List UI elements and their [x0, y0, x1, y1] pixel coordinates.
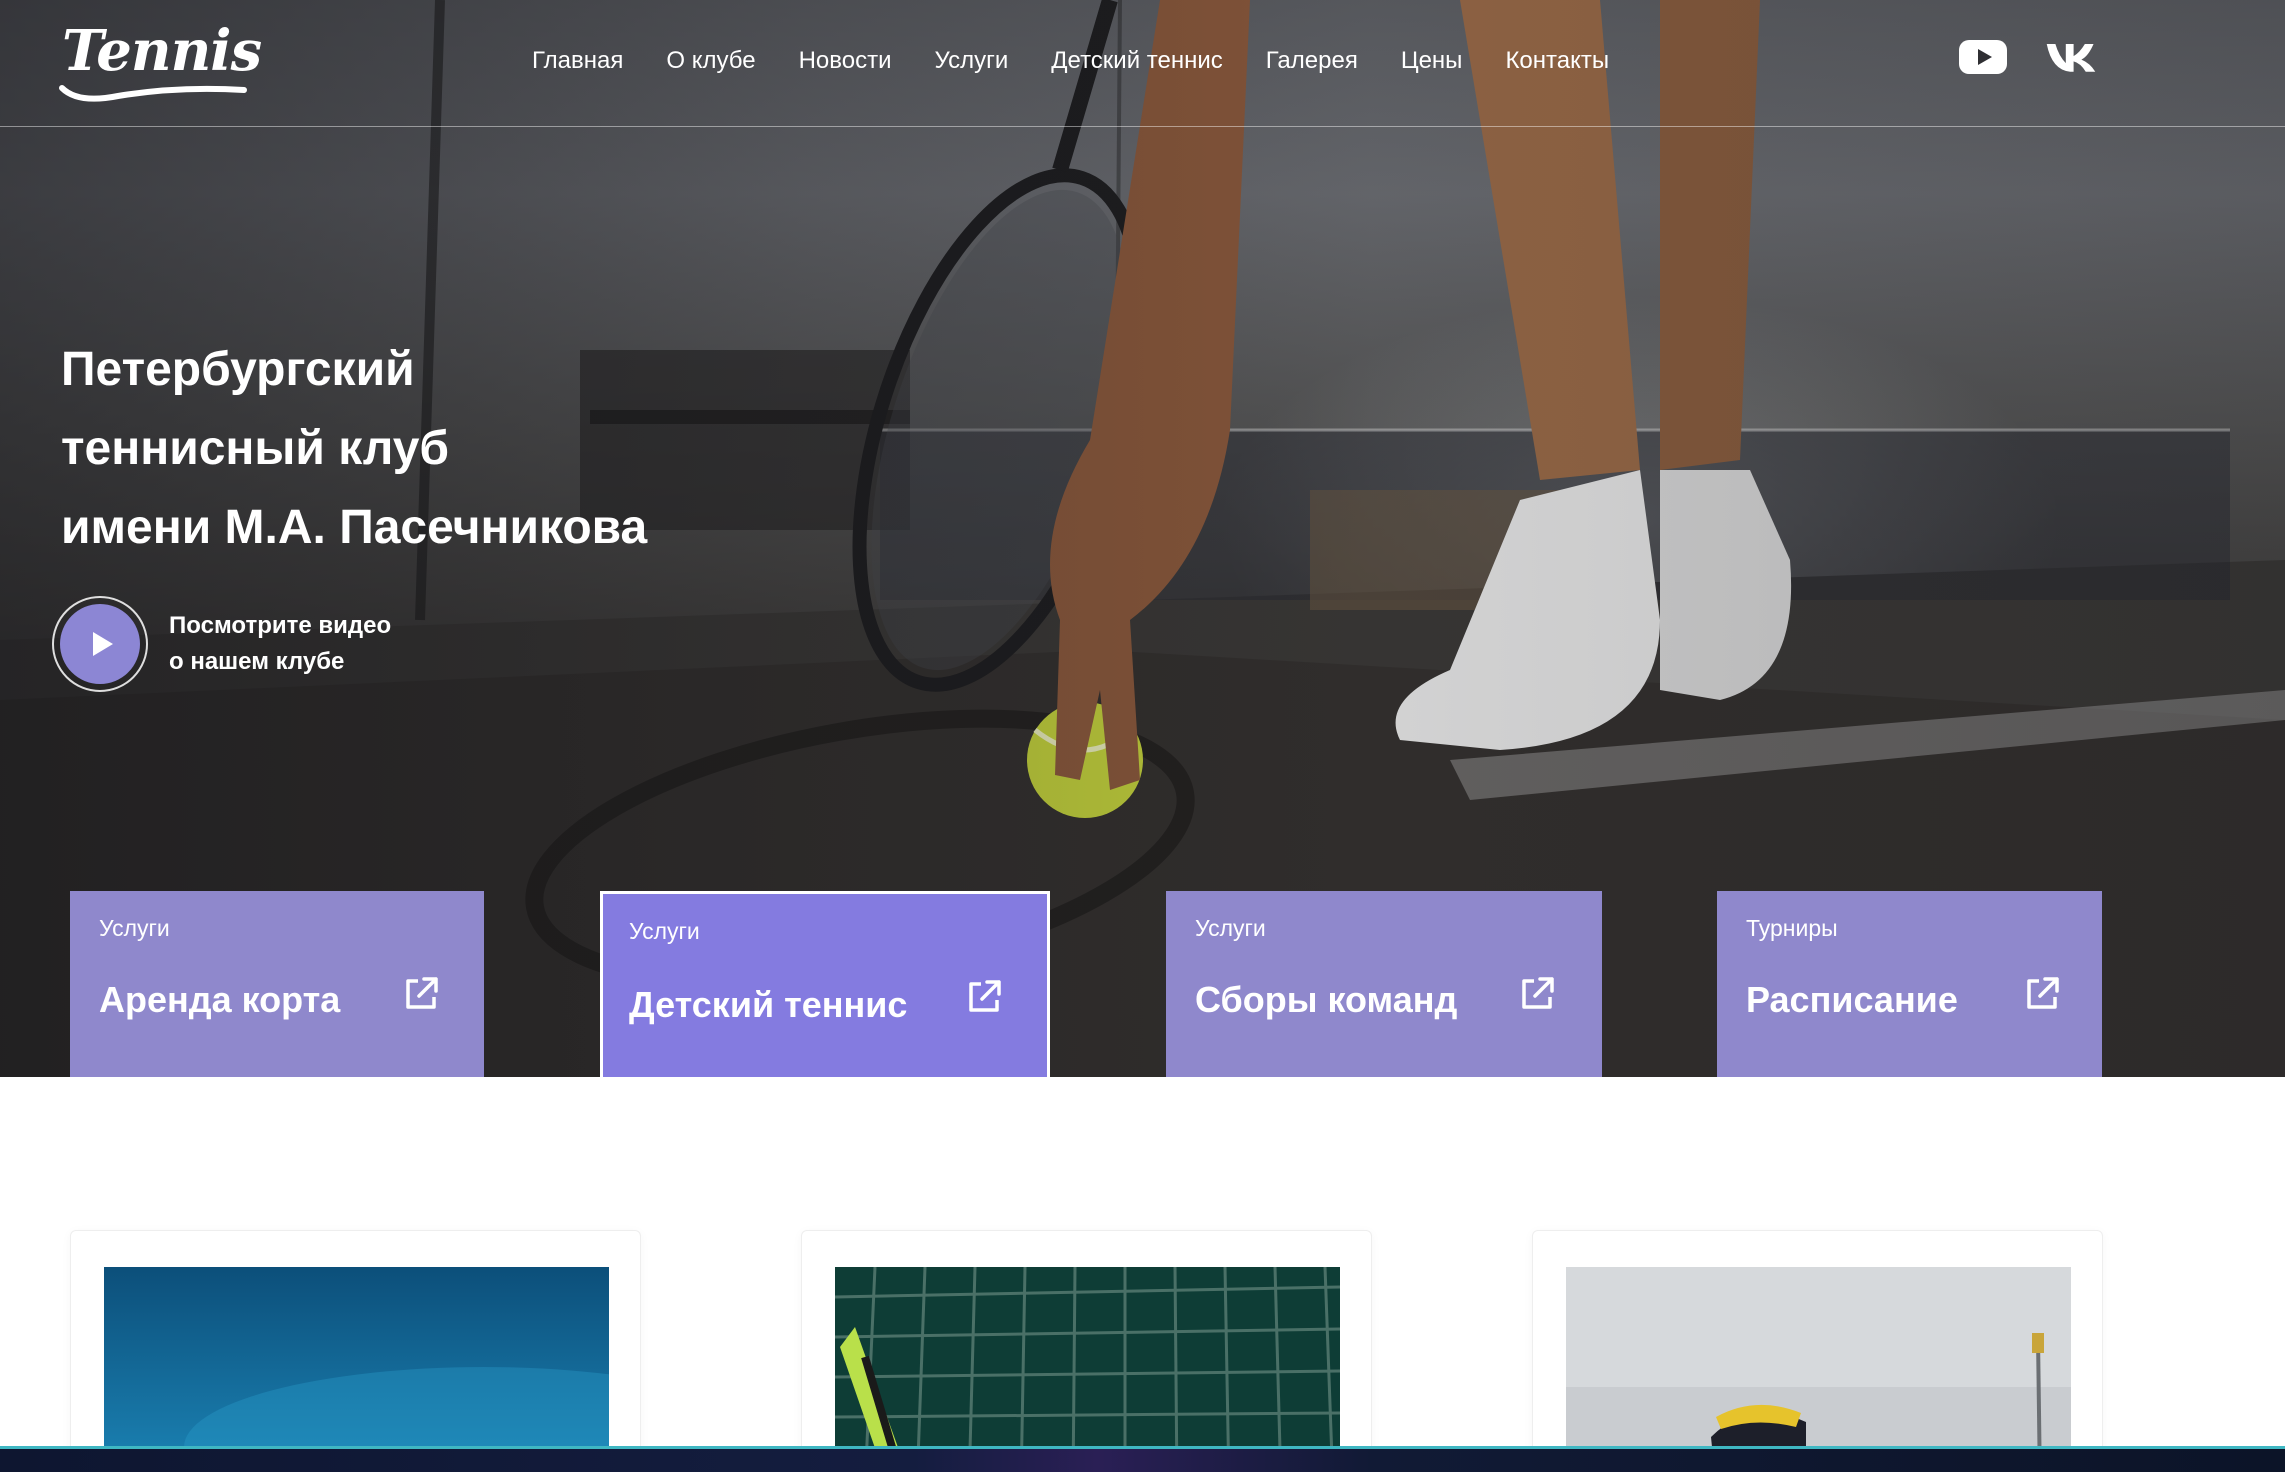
- news-card-image: [1566, 1267, 2071, 1472]
- external-link-icon: [406, 977, 438, 1009]
- logo-swoosh-icon: [59, 85, 247, 102]
- nav-item-contacts[interactable]: Контакты: [1505, 44, 1609, 80]
- news-card-image: [104, 1267, 609, 1472]
- card-title: Сборы команд: [1195, 979, 1458, 1020]
- site-logo[interactable]: Tennis: [58, 14, 262, 102]
- hero-title-line: теннисный клуб: [61, 422, 450, 475]
- play-button-circle: [60, 604, 140, 684]
- news-image-player: [1566, 1267, 2071, 1472]
- news-image-net: [835, 1267, 1340, 1472]
- nav-item-about[interactable]: О клубе: [666, 44, 755, 80]
- vk-icon[interactable]: [2045, 36, 2097, 78]
- nav-item-services[interactable]: Услуги: [934, 44, 1008, 80]
- service-card-schedule[interactable]: Турниры Расписание: [1717, 891, 2102, 1077]
- main-nav: Главная О клубе Новости Услуги Детский т…: [532, 44, 1652, 80]
- external-link-icon: [1522, 977, 1554, 1009]
- play-video-button[interactable]: [52, 596, 148, 692]
- card-category: Услуги: [1195, 915, 1266, 941]
- page: Tennis Главная О клубе Новости Услуги Де…: [0, 0, 2285, 1472]
- video-cta: Посмотрите видео о нашем клубе: [52, 596, 391, 692]
- video-cta-line: о нашем клубе: [169, 648, 345, 675]
- hero-section: Tennis Главная О клубе Новости Услуги Де…: [0, 0, 2285, 1077]
- news-image-blue-sky: [104, 1267, 609, 1472]
- site-header: Tennis Главная О клубе Новости Услуги Де…: [0, 0, 2285, 127]
- card-title: Аренда корта: [99, 979, 341, 1020]
- card-category: Услуги: [629, 918, 700, 944]
- video-cta-text[interactable]: Посмотрите видео о нашем клубе: [169, 608, 391, 680]
- card-category: Услуги: [99, 915, 170, 941]
- nav-item-news[interactable]: Новости: [799, 44, 892, 80]
- card-title: Расписание: [1746, 979, 1958, 1020]
- hero-title-line: Петербургский: [61, 343, 415, 396]
- news-card[interactable]: [1532, 1230, 2103, 1472]
- nav-item-kids-tennis[interactable]: Детский теннис: [1051, 44, 1223, 80]
- news-card[interactable]: [70, 1230, 641, 1472]
- external-link-icon: [969, 980, 1001, 1012]
- card-title: Детский теннис: [629, 984, 908, 1025]
- nav-item-gallery[interactable]: Галерея: [1266, 44, 1358, 80]
- footer-strip: [0, 1446, 2285, 1472]
- service-card-kids-tennis[interactable]: Услуги Детский теннис: [600, 891, 1050, 1077]
- nav-item-home[interactable]: Главная: [532, 44, 623, 80]
- service-card-team-camps[interactable]: Услуги Сборы команд: [1166, 891, 1602, 1077]
- hero-title-line: имени М.А. Пасечникова: [61, 501, 648, 554]
- play-icon: [92, 632, 113, 656]
- news-card-image: [835, 1267, 1340, 1472]
- social-links: [1957, 36, 2097, 78]
- card-category: Турниры: [1746, 915, 1838, 941]
- service-card-court-rental[interactable]: Услуги Аренда корта: [70, 891, 484, 1077]
- hero-title: Петербургский теннисный клуб имени М.А. …: [61, 330, 961, 567]
- news-card[interactable]: [801, 1230, 1372, 1472]
- external-link-icon: [2027, 977, 2059, 1009]
- video-cta-line: Посмотрите видео: [169, 612, 392, 639]
- nav-item-prices[interactable]: Цены: [1401, 44, 1463, 80]
- youtube-icon[interactable]: [1957, 36, 2009, 78]
